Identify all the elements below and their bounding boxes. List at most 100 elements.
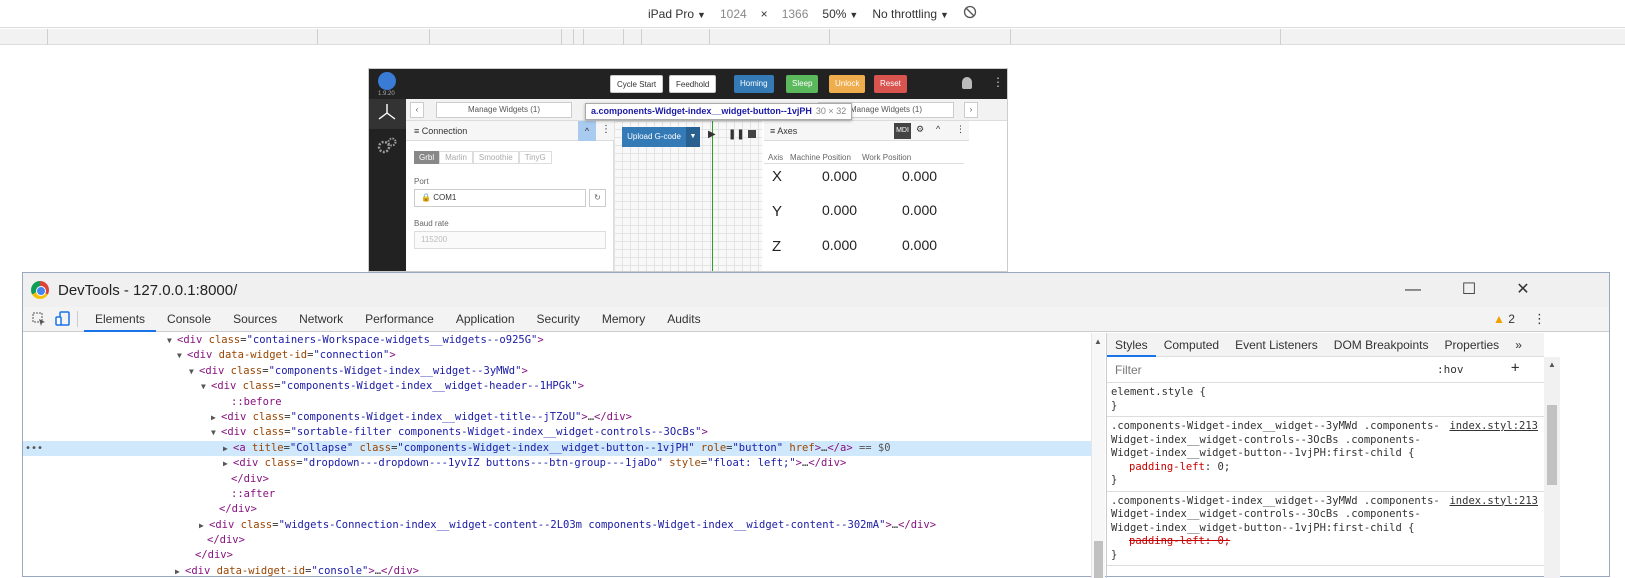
dom-node[interactable]: ▼ <div class="components-Widget-index__wi… — [23, 364, 1091, 379]
expanded-triangle-icon[interactable]: ▼ — [167, 333, 177, 348]
controller-grbl[interactable]: Grbl — [414, 151, 440, 164]
controller-tinyg[interactable]: TinyG — [518, 151, 552, 164]
expanded-triangle-icon[interactable]: ▼ — [189, 364, 199, 379]
dom-node[interactable]: ▶ <div data-widget-id="console">…</div> — [23, 564, 1091, 578]
tab-audits[interactable]: Audits — [656, 307, 711, 332]
user-icon[interactable] — [962, 77, 972, 89]
pause-icon[interactable]: ❚❚ — [728, 129, 745, 140]
controller-marlin[interactable]: Marlin — [439, 151, 473, 164]
more-vertical-icon[interactable]: ⋮ — [992, 75, 1004, 89]
y-work-position[interactable]: 0.000 — [902, 202, 937, 218]
expanded-triangle-icon[interactable]: ▼ — [177, 348, 187, 363]
filter-input[interactable]: Filter — [1115, 363, 1142, 377]
device-height-input[interactable]: 1366 — [782, 7, 809, 21]
style-rule[interactable]: element.style { } — [1107, 383, 1544, 417]
media-query-ruler[interactable] — [0, 29, 1625, 45]
node-actions-icon[interactable]: ••• — [25, 441, 43, 456]
device-width-input[interactable]: 1024 — [720, 7, 747, 21]
dom-node-selected[interactable]: ••• ▶ <a title="Collapse" class="component… — [23, 440, 1091, 457]
styles-scrollbar[interactable]: ▲ — [1544, 357, 1560, 578]
caret-down-icon[interactable]: ▼ — [686, 127, 700, 147]
dom-node[interactable]: ▶ <div class="widgets-Connection-index__w… — [23, 518, 1091, 533]
stop-icon[interactable] — [748, 130, 756, 138]
dom-node[interactable]: ▼ <div data-widget-id="connection"> — [23, 348, 1091, 363]
visualizer[interactable]: Upload G-code ▼ ▶ ❚❚ — [614, 121, 762, 271]
feedhold-button[interactable]: Feedhold — [669, 75, 717, 93]
more-vertical-icon[interactable]: ⋮ — [1533, 311, 1546, 327]
warning-badge[interactable]: ▲ 2 — [1493, 312, 1515, 326]
collapsed-triangle-icon[interactable]: ▶ — [223, 456, 233, 471]
zoom-select[interactable]: 50% ▼ — [822, 7, 858, 21]
tab-computed[interactable]: Computed — [1156, 333, 1227, 357]
controller-smoothie[interactable]: Smoothie — [472, 151, 519, 164]
more-vertical-icon[interactable]: ⋮ — [601, 124, 611, 135]
tab-event-listeners[interactable]: Event Listeners — [1227, 333, 1326, 357]
tab-dom-breakpoints[interactable]: DOM Breakpoints — [1326, 333, 1437, 357]
chevron-left-icon[interactable]: ‹ — [410, 102, 424, 118]
upload-gcode-button[interactable]: Upload G-code — [622, 127, 686, 147]
collapse-button[interactable]: ^ — [578, 121, 596, 141]
add-rule-icon[interactable]: + — [1511, 360, 1519, 376]
close-icon[interactable]: ✕ — [1513, 280, 1533, 300]
dom-node[interactable]: ▶ <div class="dropdown---dropdown---1yvIZ… — [23, 456, 1091, 471]
dom-node[interactable]: ::after — [23, 487, 1091, 502]
collapsed-triangle-icon[interactable]: ▶ — [223, 441, 233, 456]
rule-source-link[interactable]: index.styl:213 — [1449, 495, 1538, 509]
device-select[interactable]: iPad Pro ▼ — [648, 7, 706, 21]
tab-memory[interactable]: Memory — [591, 307, 656, 332]
collapsed-triangle-icon[interactable]: ▶ — [199, 518, 209, 533]
throttle-select[interactable]: No throttling ▼ — [872, 7, 949, 21]
rule-value[interactable]: 0; — [1218, 461, 1231, 473]
collapsed-triangle-icon[interactable]: ▶ — [211, 410, 221, 425]
mdi-button[interactable]: MDI — [894, 123, 911, 139]
dom-node[interactable]: </div> — [23, 533, 1091, 548]
gear-icon[interactable]: ⚙ — [916, 124, 924, 135]
dom-node[interactable]: </div> — [23, 548, 1091, 563]
rotate-icon[interactable] — [963, 5, 977, 22]
x-work-position[interactable]: 0.000 — [902, 168, 937, 184]
tab-performance[interactable]: Performance — [354, 307, 445, 332]
rule-property[interactable]: padding-left — [1129, 461, 1205, 473]
tab-styles[interactable]: Styles — [1107, 333, 1156, 357]
dom-node[interactable]: ▶ <div class="components-Widget-index__wi… — [23, 410, 1091, 425]
z-work-position[interactable]: 0.000 — [902, 237, 937, 253]
sleep-button[interactable]: Sleep — [786, 75, 819, 93]
reset-button[interactable]: Reset — [874, 75, 907, 93]
tab-sources[interactable]: Sources — [222, 307, 288, 332]
device-toolbar-icon[interactable] — [55, 311, 71, 327]
elements-scrollbar[interactable]: ▲ — [1091, 333, 1105, 578]
port-select[interactable]: 🔒 COM1 — [414, 189, 586, 207]
refresh-icon[interactable]: ↻ — [589, 189, 606, 207]
tab-security[interactable]: Security — [526, 307, 591, 332]
elements-panel[interactable]: ▼ <div class="containers-Workspace-widget… — [23, 333, 1091, 578]
style-rule[interactable]: index.styl:213 .components-Widget-index_… — [1107, 492, 1544, 566]
homing-button[interactable]: Homing — [734, 75, 774, 93]
tab-elements[interactable]: Elements — [84, 307, 157, 332]
unlock-button[interactable]: Unlock — [829, 75, 866, 93]
dom-node[interactable]: </div> — [23, 502, 1091, 517]
manage-widgets-left-button[interactable]: Manage Widgets (1) — [436, 102, 572, 118]
workspace-nav-icon[interactable] — [369, 99, 406, 129]
rule-source-link[interactable]: index.styl:213 — [1449, 420, 1538, 434]
more-vertical-icon[interactable]: ⋮ — [956, 124, 965, 135]
settings-gears-icon[interactable] — [376, 135, 398, 157]
tab-properties[interactable]: Properties — [1436, 333, 1507, 357]
rule-property-overridden[interactable]: padding-left: 0; — [1129, 535, 1230, 547]
collapsed-triangle-icon[interactable]: ▶ — [175, 564, 185, 578]
baud-rate-select[interactable]: 115200 — [414, 231, 606, 249]
style-rule[interactable]: index.styl:213 .components-Widget-index_… — [1107, 417, 1544, 492]
expanded-triangle-icon[interactable]: ▼ — [211, 425, 221, 440]
tab-console[interactable]: Console — [156, 307, 222, 332]
chevron-up-icon[interactable]: ^ — [936, 124, 940, 134]
tab-application[interactable]: Application — [445, 307, 526, 332]
dom-node[interactable]: ▼ <div class="containers-Workspace-widget… — [23, 333, 1091, 348]
maximize-icon[interactable]: ☐ — [1459, 280, 1479, 300]
dom-node[interactable]: </div> — [23, 472, 1091, 487]
dom-node[interactable]: ▼ <div class="components-Widget-index__wi… — [23, 379, 1091, 394]
minimize-icon[interactable]: — — [1403, 280, 1423, 300]
inspect-element-icon[interactable] — [31, 311, 47, 327]
more-tabs-icon[interactable]: » — [1507, 333, 1530, 357]
cycle-start-button[interactable]: Cycle Start — [610, 75, 664, 93]
hov-toggle[interactable]: :hov — [1437, 363, 1464, 376]
emulated-viewport[interactable]: 1.9.20 Cycle Start Feedhold Homing Sleep… — [368, 68, 1008, 272]
